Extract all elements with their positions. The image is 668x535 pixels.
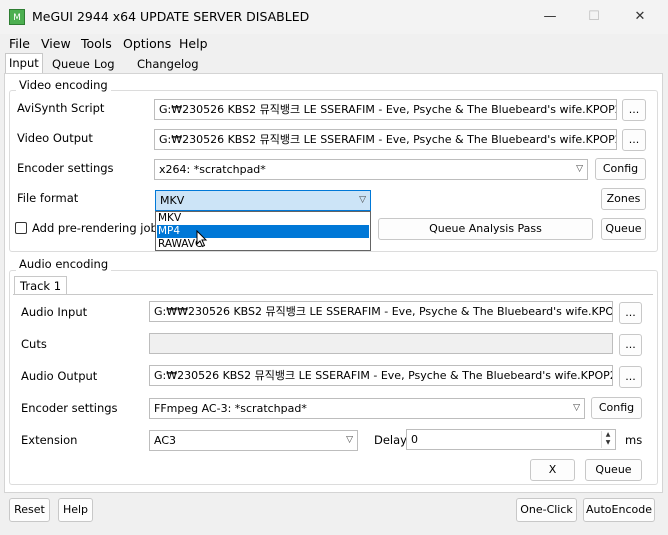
menu-file[interactable]: File [9, 36, 30, 51]
extension-select[interactable]: AC3 ▽ [149, 430, 358, 451]
tab-log[interactable]: Log [91, 55, 118, 73]
cuts-input[interactable] [149, 333, 613, 354]
extension-value: AC3 [154, 434, 177, 447]
prerender-checkbox[interactable] [15, 222, 27, 234]
help-button[interactable]: Help [58, 498, 93, 522]
video-encoder-select[interactable]: x264: *scratchpad* ▽ [154, 159, 588, 180]
cuts-label: Cuts [21, 337, 47, 351]
chevron-down-icon: ▽ [573, 403, 580, 413]
ms-unit-label: ms [625, 433, 643, 447]
audio-encoding-legend: Audio encoding [16, 257, 112, 271]
audio-encoder-select[interactable]: FFmpeg AC-3: *scratchpad* ▽ [149, 398, 585, 419]
video-encoder-settings-label: Encoder settings [17, 161, 114, 175]
chevron-down-icon: ▽ [576, 164, 583, 174]
video-output-label: Video Output [17, 131, 93, 145]
avisynth-browse-button[interactable]: ... [622, 99, 646, 121]
spin-down-icon[interactable]: ▼ [602, 439, 614, 447]
cuts-browse-button[interactable]: ... [619, 334, 642, 356]
file-format-dropdown-list: MKV MP4 RAWAVC [155, 211, 371, 251]
chevron-down-icon: ▽ [346, 435, 353, 445]
menu-help[interactable]: Help [179, 36, 208, 51]
video-output-browse-button[interactable]: ... [622, 129, 646, 151]
track-tab-divider [13, 294, 653, 295]
video-queue-button[interactable]: Queue [601, 218, 646, 240]
megui-app-icon: M [9, 9, 25, 25]
delay-spinner[interactable]: ▲ ▼ [601, 431, 614, 448]
delay-input[interactable]: 0 [406, 429, 616, 450]
audio-queue-button[interactable]: Queue [585, 459, 642, 481]
video-output-input[interactable]: G:₩230526 KBS2 뮤직뱅크 LE SSERAFIM - Eve, P… [154, 129, 617, 150]
auto-encode-button[interactable]: AutoEncode [583, 498, 655, 522]
file-format-option-mp4[interactable]: MP4 [157, 225, 369, 238]
file-format-option-rawavc[interactable]: RAWAVC [157, 238, 369, 251]
tab-queue[interactable]: Queue [49, 55, 93, 73]
tab-changelog[interactable]: Changelog [134, 55, 202, 73]
mouse-cursor-icon [196, 230, 208, 248]
maximize-icon[interactable]: ☐ [584, 7, 604, 27]
audio-clear-button[interactable]: X [530, 459, 575, 481]
chevron-down-icon: ▽ [359, 195, 366, 205]
avisynth-script-label: AviSynth Script [17, 101, 105, 115]
tab-input[interactable]: Input [5, 53, 43, 74]
reset-button[interactable]: Reset [9, 498, 50, 522]
audio-output-browse-button[interactable]: ... [619, 366, 642, 388]
zones-button[interactable]: Zones [601, 188, 646, 210]
file-format-select[interactable]: MKV ▽ [155, 190, 371, 211]
file-format-option-mkv[interactable]: MKV [157, 212, 369, 225]
prerender-label: Add pre-rendering job [32, 221, 158, 235]
file-format-value: MKV [160, 194, 185, 207]
close-icon[interactable]: ✕ [630, 7, 650, 27]
one-click-button[interactable]: One-Click [516, 498, 577, 522]
audio-output-label: Audio Output [21, 369, 98, 383]
menu-tools[interactable]: Tools [81, 36, 112, 51]
window-title: MeGUI 2944 x64 UPDATE SERVER DISABLED [32, 9, 310, 24]
audio-encoder-value: FFmpeg AC-3: *scratchpad* [154, 402, 307, 415]
audio-input-input[interactable]: G:₩₩230526 KBS2 뮤직뱅크 LE SSERAFIM - Eve, … [149, 301, 613, 322]
minimize-icon[interactable]: — [540, 7, 560, 27]
video-encoder-value: x264: *scratchpad* [159, 163, 266, 176]
file-format-label: File format [17, 191, 79, 205]
spin-up-icon[interactable]: ▲ [602, 431, 614, 439]
audio-encoder-settings-label: Encoder settings [21, 401, 118, 415]
video-config-button[interactable]: Config [595, 158, 646, 180]
video-encoding-legend: Video encoding [16, 78, 111, 92]
queue-analysis-pass-button[interactable]: Queue Analysis Pass [378, 218, 593, 240]
audio-input-label: Audio Input [21, 305, 88, 319]
tab-track-1[interactable]: Track 1 [14, 276, 68, 295]
delay-value: 0 [411, 433, 418, 446]
audio-output-input[interactable]: G:₩230526 KBS2 뮤직뱅크 LE SSERAFIM - Eve, P… [149, 365, 613, 386]
delay-label: Delay [374, 433, 407, 447]
audio-input-browse-button[interactable]: ... [619, 302, 642, 324]
extension-label: Extension [21, 433, 78, 447]
menu-view[interactable]: View [41, 36, 71, 51]
audio-config-button[interactable]: Config [591, 397, 642, 419]
menu-options[interactable]: Options [123, 36, 171, 51]
avisynth-script-input[interactable]: G:₩230526 KBS2 뮤직뱅크 LE SSERAFIM - Eve, P… [154, 99, 617, 120]
